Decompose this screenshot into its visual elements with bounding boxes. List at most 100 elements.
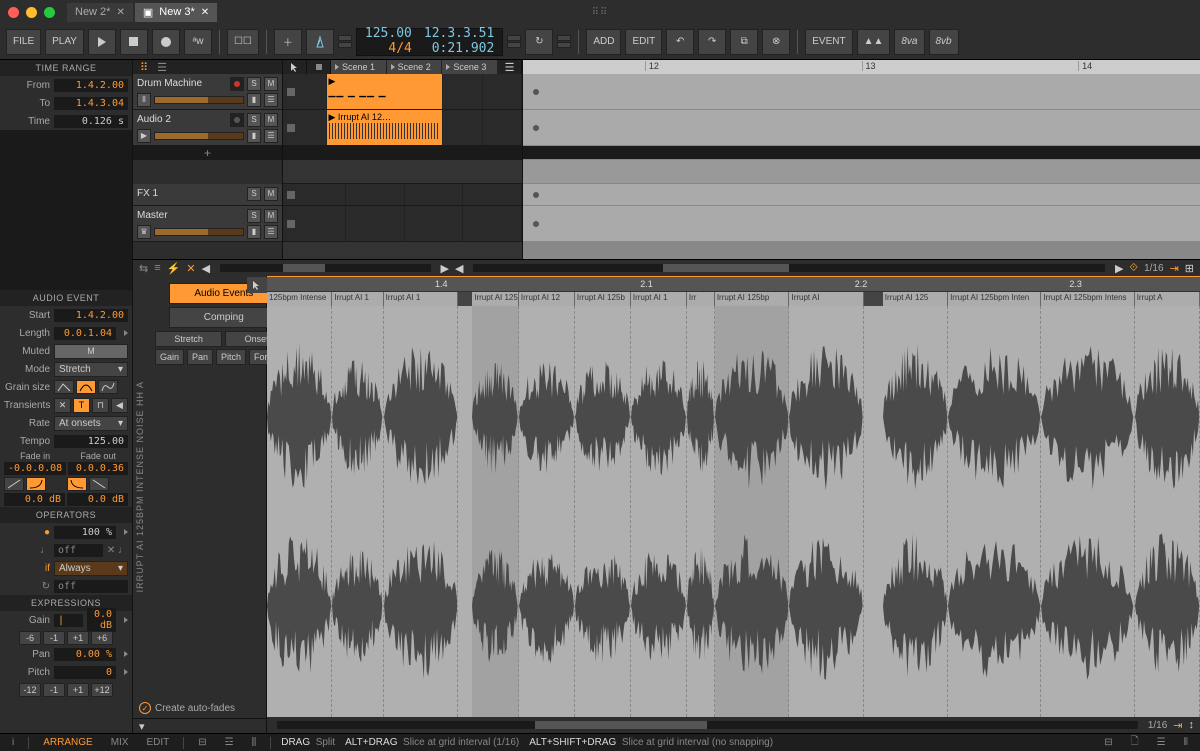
metronome-button[interactable] — [306, 29, 334, 55]
event-menu-button[interactable]: EVENT — [805, 29, 852, 55]
record-arm-button[interactable] — [230, 113, 244, 127]
dashboard-button[interactable]: ☐☐ — [227, 29, 259, 55]
stop-button[interactable] — [120, 29, 148, 55]
stop-all-icon[interactable] — [307, 60, 331, 74]
grid-resolution[interactable]: 1/16 — [1144, 263, 1163, 274]
waveform-slice[interactable] — [575, 306, 631, 717]
slice-header[interactable]: Irrupt AI 125 — [472, 292, 519, 306]
position-display[interactable]: 12.3.3.51 — [424, 27, 494, 41]
loop-button[interactable]: ↻ — [525, 29, 553, 55]
edit-view-button[interactable]: EDIT — [142, 737, 173, 748]
volume-slider[interactable] — [154, 96, 244, 104]
time-field[interactable]: 0.126 s — [54, 115, 128, 128]
x-icon[interactable]: ✕ — [186, 262, 195, 275]
scroll-left-icon[interactable]: ◀ — [202, 262, 210, 275]
document-tab-2[interactable]: ▣ New 3* ✕ — [135, 3, 217, 22]
timesig-display[interactable]: 4/4 — [388, 42, 411, 56]
param-gain[interactable]: Gain — [155, 349, 184, 365]
slice-header[interactable]: Irrupt AI — [789, 292, 864, 306]
exp-pan-field[interactable]: 0.00 % — [54, 648, 116, 661]
play-menu-button[interactable]: PLAY — [45, 29, 84, 55]
scene-1-button[interactable]: Scene 1 — [331, 60, 387, 74]
fadein-curve-2[interactable] — [26, 477, 46, 491]
expand-icon[interactable] — [124, 330, 128, 336]
fadeout-curve-2[interactable] — [89, 477, 109, 491]
grain-opt-2[interactable] — [76, 380, 96, 394]
preroll-buttons[interactable] — [338, 35, 352, 48]
detail-hscroll[interactable] — [277, 721, 1138, 729]
slice-header[interactable]: 125bpm Intense — [267, 292, 332, 306]
stretch-button[interactable]: Stretch — [155, 331, 222, 347]
slice-header[interactable]: Irrupt AI 12 — [519, 292, 575, 306]
minimize-window-button[interactable] — [26, 7, 37, 18]
track-row-audio2[interactable]: Audio 2 S M ▶▮☰ — [133, 110, 282, 146]
file-menu-button[interactable]: FILE — [6, 29, 41, 55]
transpose-up-button[interactable]: 8va — [894, 29, 924, 55]
fadeout-gain[interactable]: 0.0 dB — [67, 493, 128, 506]
track-row-fx1[interactable]: FX 1SM — [133, 184, 282, 206]
slice-header[interactable]: Irrupt AI 125bpm Intens — [1041, 292, 1134, 306]
from-field[interactable]: 1.4.2.00 — [54, 79, 128, 92]
waveform-slice[interactable] — [519, 306, 575, 717]
layout-icon-1[interactable]: ⊟ — [194, 737, 210, 748]
record-arm-button[interactable] — [230, 77, 244, 91]
grain-opt-1[interactable] — [54, 380, 74, 394]
fadein-curve-1[interactable] — [4, 477, 24, 491]
detail-ruler[interactable]: 1.4 2.1 2.2 2.3 — [267, 276, 1200, 292]
event-tempo-field[interactable]: 125.00 — [54, 435, 128, 448]
solo-button[interactable]: S — [247, 77, 261, 91]
waveform-slice[interactable] — [789, 306, 864, 717]
rate-dropdown[interactable]: At onsets▾ — [54, 416, 128, 431]
param-pitch[interactable]: Pitch — [216, 349, 246, 365]
automation-write-button[interactable]: ᵃw — [184, 29, 212, 55]
info-button[interactable]: i — [8, 737, 18, 748]
clip-stop[interactable] — [283, 74, 327, 109]
cursor-tool-icon[interactable] — [283, 60, 307, 74]
waveform-slice[interactable] — [631, 306, 687, 717]
close-tab-icon[interactable]: ✕ — [116, 7, 124, 18]
trans-r[interactable]: ⊓ — [92, 398, 109, 413]
time-display[interactable]: 0:21.902 — [432, 42, 495, 56]
trans-a[interactable]: ◀ — [111, 398, 128, 413]
add-track-button[interactable]: + — [133, 146, 282, 160]
timeline-audio2-lane[interactable] — [523, 110, 1200, 146]
chance-field[interactable]: 100 % — [54, 526, 116, 539]
view-icon-1[interactable]: ⠿ — [139, 62, 149, 72]
track-row-master[interactable]: MasterSM ♛▮☰ — [133, 206, 282, 242]
close-window-button[interactable] — [8, 7, 19, 18]
undo-button[interactable]: ↶ — [666, 29, 694, 55]
mirror-button[interactable]: ▲▲ — [857, 29, 891, 55]
record-button[interactable] — [152, 29, 180, 55]
link-icon[interactable]: ⟐ — [1129, 262, 1138, 275]
auto-fades-toggle[interactable]: Create auto-fades — [133, 698, 266, 718]
exp-gain-field[interactable]: 0.0 dB — [87, 608, 116, 632]
mute-button[interactable]: M — [264, 77, 278, 91]
extra-modes[interactable] — [557, 35, 571, 48]
waveform-slice[interactable] — [1135, 306, 1200, 717]
scene-3-button[interactable]: Scene 3 — [442, 60, 498, 74]
collapse-icon[interactable]: ≡ — [154, 262, 160, 275]
arrange-view-button[interactable]: ARRANGE — [39, 737, 96, 748]
play-button[interactable] — [88, 29, 116, 55]
track-type-icon[interactable]: ▶ — [137, 129, 151, 143]
fold-icon[interactable]: ⇆ — [139, 262, 148, 275]
to-field[interactable]: 1.4.3.04 — [54, 97, 128, 110]
timeline-ruler[interactable]: 12 13 14 — [523, 60, 1200, 74]
clip-slot[interactable]: ▶▁▁ ▁ ▁▁ ▁ — [327, 74, 444, 109]
fold-detail-icon[interactable]: ▾ — [139, 720, 145, 733]
scene-2-button[interactable]: Scene 2 — [387, 60, 443, 74]
always-dropdown[interactable]: Always▾ — [54, 561, 128, 576]
fadeout-curve-1[interactable] — [67, 477, 87, 491]
waveform-slice[interactable] — [715, 306, 790, 717]
slice-header[interactable]: Irrupt AI 125bpm Inten — [948, 292, 1041, 306]
volume-slider[interactable] — [154, 132, 244, 140]
maximize-window-button[interactable] — [44, 7, 55, 18]
slice-header[interactable]: Irrupt AI 1 — [631, 292, 687, 306]
redo-button[interactable]: ↷ — [698, 29, 726, 55]
track-menu-icon[interactable]: ☰ — [264, 93, 278, 107]
punch-buttons[interactable] — [507, 35, 521, 48]
drum-clip[interactable]: ▶▁▁ ▁ ▁▁ ▁ — [327, 74, 443, 109]
waveform-slice[interactable] — [332, 306, 383, 717]
audio-clip[interactable]: ▶ Irrupt AI 12… — [327, 110, 443, 145]
waveform-slice[interactable] — [267, 306, 332, 717]
